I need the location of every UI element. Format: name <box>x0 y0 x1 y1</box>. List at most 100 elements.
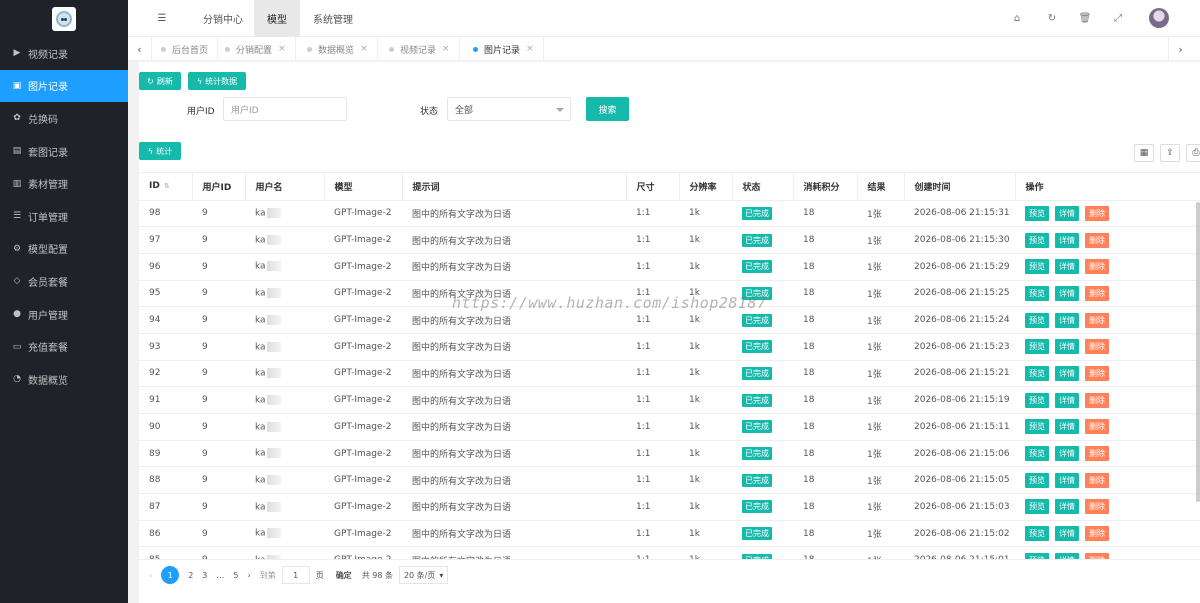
cell-id: 92 <box>139 360 192 388</box>
goto-page-input[interactable]: 1 <box>281 566 310 584</box>
delete-button[interactable]: 删除 <box>1085 285 1109 301</box>
delete-button[interactable]: 删除 <box>1085 365 1109 381</box>
preview-button[interactable]: 预览 <box>1025 259 1049 275</box>
delete-button[interactable]: 删除 <box>1085 259 1109 275</box>
tab-data-overview[interactable]: 数据概览 × <box>298 37 378 61</box>
preview-button[interactable]: 预览 <box>1025 285 1049 301</box>
close-icon[interactable]: × <box>526 44 534 54</box>
column-header[interactable]: ID ⇅ <box>139 173 193 201</box>
page-2[interactable]: 2 <box>188 571 193 580</box>
sidebar-item-diamond[interactable]: ◇ 会员套餐 <box>0 265 128 298</box>
detail-button[interactable]: 详情 <box>1055 472 1079 488</box>
preview-button[interactable]: 预览 <box>1025 232 1049 248</box>
stats-data-button[interactable]: ϟ 统计数据 <box>188 72 246 90</box>
search-button[interactable]: 搜索 <box>586 97 629 121</box>
sidebar-item-cogs[interactable]: ⚙ 模型配置 <box>0 233 128 266</box>
delete-button[interactable]: 删除 <box>1085 205 1109 221</box>
preview-button[interactable]: 预览 <box>1025 552 1049 559</box>
prev-page-icon[interactable]: ‹ <box>149 571 152 580</box>
export-icon[interactable]: ⇪ <box>1160 144 1180 162</box>
next-page-icon[interactable]: › <box>247 571 250 580</box>
preview-button[interactable]: 预览 <box>1025 526 1049 542</box>
delete-button[interactable]: 删除 <box>1085 552 1109 559</box>
menu-toggle-icon[interactable]: ☰ <box>148 0 176 37</box>
home-icon[interactable]: ⌂ <box>1010 11 1024 25</box>
detail-button[interactable]: 详情 <box>1055 232 1079 248</box>
print-icon[interactable]: ⎙ <box>1186 144 1200 162</box>
fullscreen-icon[interactable]: ⤢ <box>1111 11 1125 25</box>
delete-button[interactable]: 删除 <box>1085 232 1109 248</box>
detail-button[interactable]: 详情 <box>1055 552 1079 559</box>
preview-button[interactable]: 预览 <box>1025 392 1049 408</box>
preview-button[interactable]: 预览 <box>1025 472 1049 488</box>
detail-button[interactable]: 详情 <box>1055 259 1079 275</box>
detail-button[interactable]: 详情 <box>1055 285 1079 301</box>
delete-button[interactable]: 删除 <box>1085 526 1109 542</box>
detail-button[interactable]: 详情 <box>1055 365 1079 381</box>
delete-button[interactable]: 删除 <box>1085 339 1109 355</box>
close-icon[interactable]: × <box>278 44 286 54</box>
sidebar-item-video[interactable]: ▶ 视频记录 <box>0 37 128 70</box>
detail-button[interactable]: 详情 <box>1055 339 1079 355</box>
header-menu-distribution[interactable]: 分销中心 <box>192 0 254 37</box>
sidebar-item-images[interactable]: ▤ 套图记录 <box>0 135 128 168</box>
delete-button[interactable]: 删除 <box>1085 312 1109 328</box>
preview-button[interactable]: 预览 <box>1025 312 1049 328</box>
tab-label: 后台首页 <box>172 45 209 56</box>
sidebar-item-image[interactable]: ▣ 图片记录 <box>0 69 128 103</box>
trash-icon[interactable]: 🗑 <box>1078 11 1092 25</box>
tab-distribution-config[interactable]: 分销配置 × <box>216 37 296 61</box>
page-3[interactable]: 3 <box>202 571 207 580</box>
delete-button[interactable]: 删除 <box>1085 419 1109 435</box>
cell-text: 97 <box>149 235 161 246</box>
detail-button[interactable]: 详情 <box>1055 205 1079 221</box>
table-row: 92 9 ka GPT-Image-2 图中的所有文字改为日语 1:1 1k 已完成 18 1张 2… <box>139 360 1200 388</box>
preview-button[interactable]: 预览 <box>1025 365 1049 381</box>
tab-scroll-right-icon[interactable]: › <box>1168 37 1192 61</box>
logo[interactable] <box>0 0 128 37</box>
detail-button[interactable]: 详情 <box>1055 446 1079 462</box>
tab-home[interactable]: 后台首页 <box>152 37 219 61</box>
close-icon[interactable]: × <box>360 44 368 54</box>
delete-button[interactable]: 删除 <box>1085 472 1109 488</box>
delete-button[interactable]: 删除 <box>1085 392 1109 408</box>
close-icon[interactable]: × <box>442 44 450 54</box>
refresh-icon[interactable]: ↻ <box>1045 11 1059 25</box>
sidebar-item-card[interactable]: ▭ 充值套餐 <box>0 330 128 363</box>
header-menu-system[interactable]: 系统管理 <box>302 0 364 37</box>
sidebar-item-list[interactable]: ☰ 订单管理 <box>0 200 128 233</box>
sidebar-item-picture[interactable]: ▥ 素材管理 <box>0 167 128 200</box>
page-current[interactable]: 1 <box>161 566 180 584</box>
sidebar-item-user[interactable]: ● 用户管理 <box>0 298 128 331</box>
page-5[interactable]: 5 <box>233 571 238 580</box>
detail-button[interactable]: 详情 <box>1055 419 1079 435</box>
page-size-select[interactable]: 20 条/页 ▾ <box>398 566 449 584</box>
delete-button[interactable]: 删除 <box>1085 499 1109 515</box>
header-menu-model[interactable]: 模型 <box>254 0 300 37</box>
sidebar-item-dashboard[interactable]: ◔ 数据概览 <box>0 363 128 396</box>
confirm-button[interactable]: 确定 <box>336 570 352 581</box>
avatar[interactable] <box>1149 8 1169 28</box>
detail-button[interactable]: 详情 <box>1055 312 1079 328</box>
refresh-button[interactable]: ↻ 刷新 <box>139 72 181 90</box>
preview-button[interactable]: 预览 <box>1025 446 1049 462</box>
preview-button[interactable]: 预览 <box>1025 499 1049 515</box>
preview-button[interactable]: 预览 <box>1025 339 1049 355</box>
table-scrollbar[interactable] <box>1196 202 1200 502</box>
status-select[interactable]: 全部 <box>447 97 571 121</box>
tab-image-records[interactable]: 图片记录 × <box>464 37 544 61</box>
detail-button[interactable]: 详情 <box>1055 392 1079 408</box>
sidebar-item-gift[interactable]: ✿ 兑换码 <box>0 102 128 135</box>
tab-video-records[interactable]: 视频记录 × <box>380 37 460 61</box>
tab-scroll-left-icon[interactable]: ‹ <box>128 37 152 61</box>
column-header-label: 状态 <box>742 182 761 193</box>
user-id-input[interactable]: 用户ID <box>223 97 347 121</box>
preview-button[interactable]: 预览 <box>1025 205 1049 221</box>
delete-button[interactable]: 删除 <box>1085 446 1109 462</box>
detail-button[interactable]: 详情 <box>1055 499 1079 515</box>
stats-button[interactable]: ϟ 统计 <box>139 142 181 160</box>
columns-icon[interactable]: ▦ <box>1134 144 1154 162</box>
detail-button[interactable]: 详情 <box>1055 526 1079 542</box>
sort-icon[interactable]: ⇅ <box>164 182 170 190</box>
preview-button[interactable]: 预览 <box>1025 419 1049 435</box>
